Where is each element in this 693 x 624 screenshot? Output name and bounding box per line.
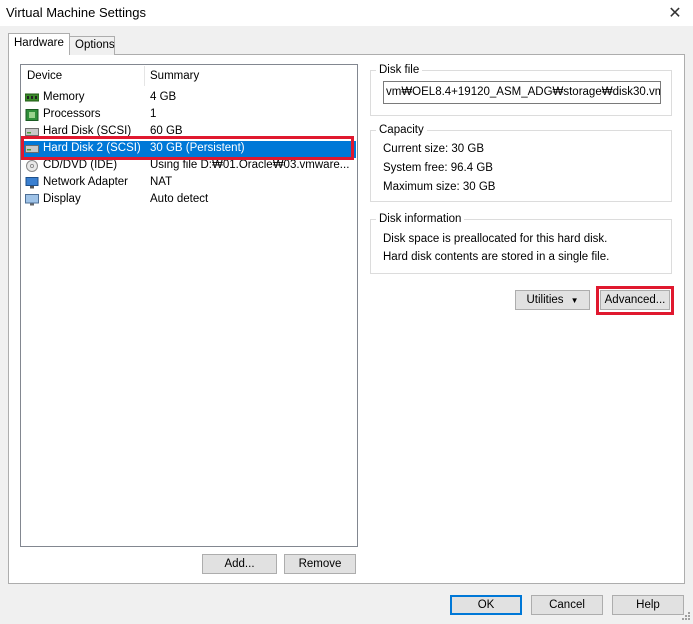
utilities-label: Utilities: [526, 294, 564, 306]
disk-info-line-2: Hard disk contents are stored in a singl…: [383, 251, 610, 263]
device-summary: 1: [150, 108, 157, 120]
disk-info-line-1: Disk space is preallocated for this hard…: [383, 233, 608, 245]
dropdown-arrow-icon: ▼: [570, 295, 579, 305]
device-row-memory[interactable]: Memory 4 GB: [22, 90, 356, 107]
device-name: Network Adapter: [43, 176, 129, 188]
device-row-display[interactable]: Display Auto detect: [22, 192, 356, 209]
display-icon: [25, 194, 39, 206]
cancel-button[interactable]: Cancel: [531, 595, 603, 615]
column-header-device[interactable]: Device: [27, 70, 62, 82]
device-row-cd-dvd[interactable]: CD/DVD (IDE) Using file D:₩01.Oracle₩03.…: [22, 158, 356, 175]
memory-icon: [24, 92, 40, 104]
network-adapter-icon: [25, 177, 39, 189]
cd-dvd-icon: [25, 160, 39, 172]
tab-hardware[interactable]: Hardware: [8, 33, 70, 55]
help-button[interactable]: Help: [612, 595, 684, 615]
selection-highlight-outline: [21, 136, 354, 160]
device-name: Display: [43, 193, 81, 205]
device-summary: Using file D:₩01.Oracle₩03.vmware...: [150, 159, 350, 171]
column-divider[interactable]: [144, 66, 145, 86]
device-summary: 4 GB: [150, 91, 177, 103]
window-title: Virtual Machine Settings: [6, 5, 146, 20]
device-row-processors[interactable]: Processors 1: [22, 107, 356, 124]
device-name: Memory: [43, 91, 85, 103]
disk-information-group: [370, 219, 672, 274]
disk-file-field[interactable]: vm₩OEL8.4+19120_ASM_ADG₩storage₩disk30.v…: [383, 81, 661, 104]
column-header-summary[interactable]: Summary: [150, 70, 199, 82]
system-free-text: System free: 96.4 GB: [383, 162, 493, 174]
close-button[interactable]: ✕: [660, 1, 690, 25]
disk-file-title: Disk file: [376, 64, 423, 76]
current-size-text: Current size: 30 GB: [383, 143, 484, 155]
close-icon: ✕: [668, 5, 682, 22]
ok-button[interactable]: OK: [450, 595, 522, 615]
disk-information-title: Disk information: [376, 213, 465, 225]
device-name: CD/DVD (IDE): [43, 159, 118, 171]
capacity-title: Capacity: [376, 124, 427, 136]
processor-icon: [25, 109, 39, 121]
tab-options[interactable]: Options: [69, 36, 115, 55]
remove-button[interactable]: Remove: [284, 554, 356, 574]
advanced-highlight-outline: [596, 286, 674, 315]
add-button[interactable]: Add...: [202, 554, 277, 574]
device-row-network-adapter[interactable]: Network Adapter NAT: [22, 175, 356, 192]
device-name: Processors: [43, 108, 101, 120]
utilities-button[interactable]: Utilities ▼: [515, 290, 590, 310]
device-summary: Auto detect: [150, 193, 209, 205]
device-summary: NAT: [150, 176, 173, 188]
maximum-size-text: Maximum size: 30 GB: [383, 181, 496, 193]
resize-grip-icon[interactable]: [680, 610, 691, 621]
